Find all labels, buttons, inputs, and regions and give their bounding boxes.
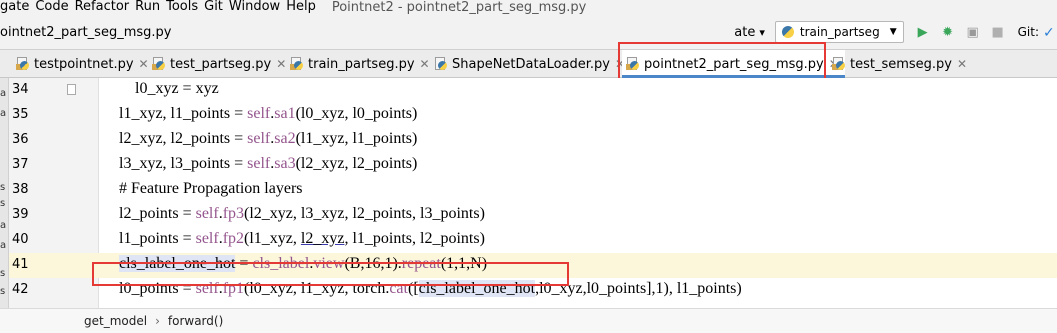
code-comment: # Feature Propagation layers (119, 180, 303, 197)
check-icon[interactable]: ✓ (1043, 25, 1057, 41)
tab-pointnet2-part-seg-msg[interactable]: pointnet2_part_seg_msg.py ✕ (622, 50, 845, 78)
code-line[interactable]: 38 # Feature Propagation layers (0, 178, 1057, 203)
code-text: cls_label_one_hot = cls_label.view(B,16,… (119, 255, 488, 272)
coverage-icon: ▣ (966, 24, 979, 40)
left-tool-strip: a a s s a a s s (0, 78, 9, 308)
line-number: 34 (12, 82, 29, 97)
editor-tabs: testpointnet.py ✕ test_partseg.py ✕ trai… (0, 50, 1057, 78)
code-editor[interactable]: 34 l0_xyz = xyz 35 l1_xyz, l1_points = s… (0, 78, 1057, 308)
line-number: 40 (12, 232, 29, 247)
python-file-icon (16, 57, 30, 71)
tab-label: test_semseg.py (850, 56, 953, 72)
menu-window[interactable]: Window (229, 0, 286, 14)
breadcrumb-method[interactable]: forward() (168, 314, 223, 328)
code-text: l3_xyz, l3_points = self.sa3(l2_xyz, l2_… (119, 155, 418, 172)
tab-label: pointnet2_part_seg_msg.py (644, 56, 824, 72)
code-text: l1_xyz, l1_points = self.sa1(l0_xyz, l0_… (119, 105, 418, 122)
debug-button[interactable]: ✹ (937, 21, 959, 43)
tab-test-partseg[interactable]: test_partseg.py ✕ (148, 50, 292, 78)
tab-label: testpointnet.py (34, 56, 134, 72)
code-text: l2_points = self.fp3(l2_xyz, l3_xyz, l2_… (119, 205, 485, 222)
chevron-down-icon: ▼ (889, 27, 897, 37)
tab-label: test_partseg.py (170, 56, 272, 72)
line-number: 41 (12, 257, 29, 272)
close-icon[interactable]: ✕ (957, 57, 967, 71)
toolbar: ate ▾ train_partseg ▼ ▶ ✹ ▣ ■ Git: ✓ (734, 19, 1057, 45)
window-title: Pointnet2 - pointnet2_part_seg_msg.py (331, 0, 587, 15)
bug-icon: ✹ (942, 24, 954, 40)
python-file-icon (152, 57, 166, 71)
python-file-icon (434, 57, 448, 71)
python-icon (781, 26, 794, 38)
tab-shapenet-dataloader[interactable]: ShapeNetDataLoader.py ✕ (430, 50, 631, 78)
coverage-button[interactable]: ▣ (962, 21, 984, 43)
git-label: Git: (1017, 25, 1039, 39)
code-line[interactable]: 37 l3_xyz, l3_points = self.sa3(l2_xyz, … (0, 153, 1057, 178)
line-number: 36 (12, 132, 29, 147)
tab-test-semseg[interactable]: test_semseg.py ✕ (828, 50, 973, 78)
close-icon[interactable]: ✕ (276, 57, 286, 71)
code-line[interactable]: 42 l0_points = self.fp1(l0_xyz, l1_xyz, … (0, 278, 1057, 303)
menu-refactor[interactable]: Refactor (75, 0, 136, 14)
menu-tools[interactable]: Tools (166, 0, 204, 14)
line-number: 38 (12, 182, 29, 197)
code-line-current[interactable]: 41 cls_label_one_hot = cls_label.view(B,… (0, 253, 1057, 278)
navbar-fragment: ate (734, 24, 756, 40)
chevron-right-icon: › (155, 314, 160, 328)
stop-icon: ■ (991, 24, 1004, 40)
tab-testpointnet[interactable]: testpointnet.py ✕ (12, 50, 155, 78)
code-line[interactable]: 39 l2_points = self.fp3(l2_xyz, l3_xyz, … (0, 203, 1057, 228)
menu-navigate[interactable]: gate (0, 0, 35, 14)
bottom-breadcrumb: get_model › forward() (0, 308, 1057, 333)
code-text: l0_points = self.fp1(l0_xyz, l1_xyz, tor… (119, 280, 742, 297)
user-icon[interactable]: ▾ (759, 26, 765, 39)
line-number: 37 (12, 157, 29, 172)
tab-label: ShapeNetDataLoader.py (452, 56, 610, 72)
fold-icon[interactable] (67, 84, 76, 95)
code-line[interactable]: 34 l0_xyz = xyz (0, 78, 1057, 103)
code-line[interactable]: 36 l2_xyz, l2_points = self.sa2(l1_xyz, … (0, 128, 1057, 153)
menu-code[interactable]: Code (35, 0, 74, 14)
menu-bar: gate Code Refactor Run Tools Git Window … (0, 0, 1057, 15)
stop-button[interactable]: ■ (987, 21, 1009, 43)
menu-help[interactable]: Help (286, 0, 322, 14)
code-text: l2_xyz, l2_points = self.sa2(l1_xyz, l1_… (119, 130, 418, 147)
code-text: l0_xyz = xyz (119, 80, 219, 97)
line-number: 39 (12, 207, 29, 222)
python-file-icon (626, 57, 640, 71)
run-config-label: train_partseg (799, 25, 880, 39)
run-config-select[interactable]: train_partseg ▼ (774, 21, 904, 43)
python-file-icon (832, 57, 846, 71)
close-icon[interactable]: ✕ (420, 57, 430, 71)
run-button[interactable]: ▶ (912, 21, 934, 43)
line-number: 35 (12, 107, 29, 122)
tab-label: train_partseg.py (308, 56, 415, 72)
play-icon: ▶ (917, 24, 928, 40)
menu-git[interactable]: Git (204, 0, 229, 14)
line-number: 42 (12, 282, 29, 297)
menu-run[interactable]: Run (135, 0, 166, 14)
navigation-bar: ointnet2_part_seg_msg.py ate ▾ train_par… (0, 14, 1057, 50)
tab-train-partseg[interactable]: train_partseg.py ✕ (286, 50, 436, 78)
breadcrumb-file[interactable]: ointnet2_part_seg_msg.py (0, 25, 171, 40)
breadcrumb-function[interactable]: get_model (84, 314, 147, 328)
code-text: l1_points = self.fp2(l1_xyz, l2_xyz, l1_… (119, 230, 485, 247)
python-file-icon (290, 57, 304, 71)
code-line[interactable]: 35 l1_xyz, l1_points = self.sa1(l0_xyz, … (0, 103, 1057, 128)
code-line[interactable]: 40 l1_points = self.fp2(l1_xyz, l2_xyz, … (0, 228, 1057, 253)
